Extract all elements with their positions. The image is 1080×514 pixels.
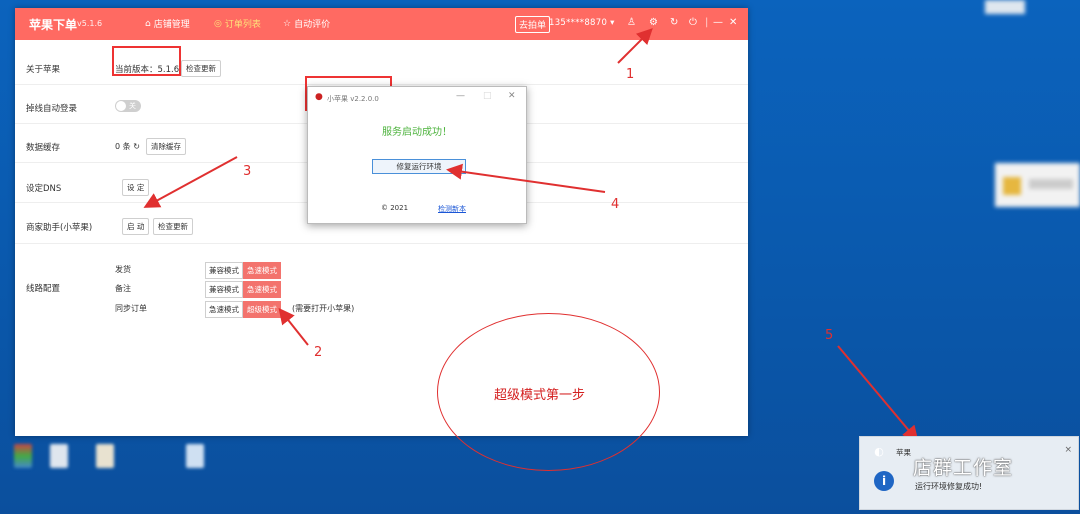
route-sync-mode: 急速模式 超级模式: [205, 301, 281, 318]
shop-icon: ⌂: [145, 18, 151, 29]
auto-login-label: 掉线自动登录: [26, 104, 78, 114]
mode-fast-button[interactable]: 急速模式: [205, 301, 243, 318]
power-icon[interactable]: ⏻: [689, 17, 697, 28]
minimize-icon[interactable]: —: [456, 91, 465, 101]
annotation-number-1: 1: [626, 67, 635, 82]
route-ship-mode: 兼容模式 急速模式: [205, 262, 281, 279]
grab-order-button[interactable]: 去拍单: [515, 16, 551, 33]
toggle-knob: [116, 101, 126, 111]
route-config-label: 线路配置: [26, 284, 61, 294]
mode-fast-button[interactable]: 急速模式: [243, 262, 281, 279]
annotation-number-5: 5: [825, 328, 834, 343]
route-remark-mode: 兼容模式 急速模式: [205, 281, 281, 298]
route-ship-label: 发货: [115, 265, 131, 274]
annotation-step-text: 超级模式第一步: [494, 388, 586, 403]
mode-fast-button[interactable]: 急速模式: [243, 281, 281, 298]
star-icon: ☆: [283, 18, 292, 29]
minimize-icon[interactable]: —: [713, 17, 723, 28]
toast-close-icon[interactable]: ×: [1064, 445, 1072, 455]
dialog-title-bar: ● 小苹果 v2.2.0.0 — □ ✕: [308, 87, 526, 109]
sync-note: (需要打开小苹果): [292, 304, 355, 313]
toast-app-name: 苹果: [896, 448, 911, 457]
desktop-window-blurred[interactable]: [995, 163, 1080, 207]
desktop-icon-blurred[interactable]: [14, 444, 32, 468]
order-icon: ◎: [214, 18, 222, 29]
mode-compat-button[interactable]: 兼容模式: [205, 281, 243, 298]
start-helper-button[interactable]: 启 动: [122, 218, 150, 235]
toast-message: 运行环境修复成功!: [915, 482, 983, 491]
helper-dialog: ● 小苹果 v2.2.0.0 — □ ✕ 服务启动成功！ 修复运行环境 © 20…: [307, 86, 527, 224]
route-remark-label: 备注: [115, 284, 131, 293]
account-text: 135****8870: [549, 18, 608, 28]
tab-auto-review[interactable]: ☆ 自动评价: [283, 17, 331, 31]
close-icon[interactable]: ✕: [729, 17, 737, 28]
title-bar: 苹果下单 v5.1.6 ⌂ 店铺管理 ◎ 订单列表 ☆ 自动评价 去拍单 135…: [15, 8, 748, 40]
annotation-number-4: 4: [611, 197, 620, 212]
account-number[interactable]: 135****8870 ▾: [549, 18, 615, 28]
close-icon[interactable]: ✕: [508, 91, 516, 101]
dialog-title: 小苹果 v2.2.0.0: [327, 95, 379, 103]
mode-super-button[interactable]: 超级模式: [243, 301, 281, 318]
app-version: v5.1.6: [77, 19, 103, 28]
wechat-icon: ◐: [874, 445, 884, 458]
app-brand: 苹果下单: [29, 18, 78, 32]
dns-set-button[interactable]: 设 定: [122, 179, 150, 196]
cache-label: 数据缓存: [26, 143, 61, 153]
route-sync-label: 同步订单: [115, 304, 147, 313]
version-highlight-box: [112, 46, 181, 76]
desktop-icon-blurred[interactable]: [186, 444, 204, 468]
gear-icon[interactable]: ⚙: [649, 17, 658, 28]
helper-check-update-button[interactable]: 检查更新: [153, 218, 193, 235]
repair-environment-button[interactable]: 修复运行环境: [372, 159, 466, 174]
refresh-icon[interactable]: ↻: [670, 17, 678, 28]
tab-order-list[interactable]: ◎ 订单列表: [214, 17, 261, 31]
info-icon: i: [874, 471, 894, 491]
auto-login-toggle[interactable]: 关: [115, 100, 141, 112]
maximize-icon[interactable]: □: [483, 91, 492, 101]
shirt-icon[interactable]: ♙: [627, 17, 636, 28]
service-success-text: 服务启动成功！: [382, 127, 452, 138]
desktop-icon-blurred[interactable]: [50, 444, 68, 468]
check-update-button[interactable]: 检查更新: [181, 60, 221, 77]
mode-compat-button[interactable]: 兼容模式: [205, 262, 243, 279]
check-version-link[interactable]: 检测新本: [438, 204, 466, 214]
about-label: 关于苹果: [26, 65, 61, 75]
refresh-small-icon[interactable]: ↻: [133, 142, 140, 151]
desktop-item-blurred[interactable]: [985, 0, 1025, 14]
desktop-icon-blurred[interactable]: [96, 444, 114, 468]
divider: [15, 243, 748, 244]
clear-cache-button[interactable]: 清除缓存: [146, 138, 186, 155]
apple-icon: ●: [315, 92, 323, 102]
separator-icon: |: [705, 17, 709, 28]
tab-shop-management[interactable]: ⌂ 店铺管理: [145, 17, 190, 31]
cache-count-text: 0 条: [115, 142, 131, 151]
tab-label: 店铺管理: [153, 20, 190, 30]
annotation-number-3: 3: [243, 164, 252, 179]
toggle-text: 关: [129, 102, 136, 110]
helper-label: 商家助手(小苹果): [26, 223, 93, 233]
dns-label: 设定DNS: [26, 184, 62, 194]
toast-notification[interactable]: ◐ 苹果 × 店群工作室 i 运行环境修复成功!: [859, 436, 1079, 510]
watermark-text: 店群工作室: [913, 457, 1014, 479]
annotation-number-2: 2: [314, 345, 323, 360]
copyright-text: © 2021: [381, 204, 409, 212]
tab-label: 订单列表: [224, 20, 261, 30]
tab-label: 自动评价: [294, 20, 331, 30]
cache-count: 0 条 ↻: [115, 141, 140, 152]
